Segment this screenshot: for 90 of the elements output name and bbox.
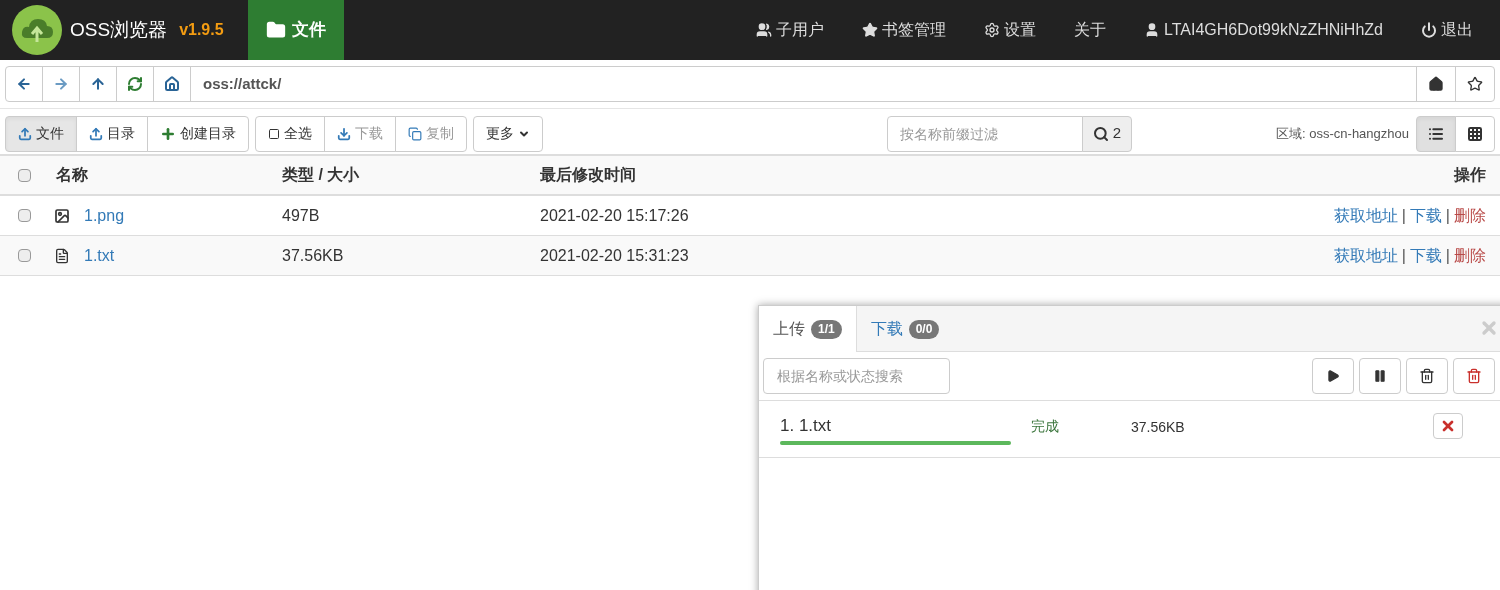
- nav-link[interactable]: 关于: [1054, 0, 1125, 60]
- home-button[interactable]: [1416, 66, 1456, 102]
- nav-link[interactable]: 子用户: [736, 0, 843, 60]
- action-link[interactable]: 删除: [1454, 243, 1486, 268]
- download-icon: [337, 126, 351, 141]
- refresh-button[interactable]: [116, 66, 154, 102]
- close-icon: [1440, 418, 1456, 434]
- separator: |: [1401, 245, 1406, 266]
- bookmark-button[interactable]: [1455, 66, 1495, 102]
- toolbar-button[interactable]: 文件: [5, 115, 77, 152]
- separator: |: [1401, 205, 1406, 226]
- toolbar-button[interactable]: 更多: [473, 115, 543, 152]
- start-button[interactable]: [1312, 358, 1354, 394]
- list-view-button[interactable]: [1416, 115, 1456, 152]
- file-link[interactable]: 1.txt: [84, 246, 115, 264]
- select-all-checkbox[interactable]: [18, 168, 31, 182]
- power-icon: [1421, 22, 1437, 38]
- plus-icon: [160, 125, 176, 142]
- forward-arrow-icon: [53, 76, 69, 92]
- path-field[interactable]: oss://attck/: [190, 66, 1417, 102]
- users-icon: [755, 22, 772, 38]
- pause-button[interactable]: [1359, 358, 1401, 394]
- settings-icon: [983, 22, 1000, 38]
- transfer-tab[interactable]: 上传 1/1: [759, 306, 857, 352]
- remove-button[interactable]: [1433, 413, 1463, 439]
- column-header: 操作: [1454, 165, 1486, 185]
- home-icon: [1428, 76, 1444, 92]
- filter-button[interactable]: 2: [1081, 115, 1133, 152]
- toolbar-button[interactable]: 全选: [255, 115, 325, 152]
- star-icon: [861, 22, 878, 38]
- action-link[interactable]: 下载: [1409, 203, 1442, 228]
- home-icon: [164, 76, 180, 92]
- nav-tab[interactable]: 文件: [247, 0, 344, 60]
- column-header: 名称: [56, 165, 89, 185]
- column-header: 类型 / 大小: [282, 165, 361, 185]
- table-cell-text: 497B: [282, 205, 321, 226]
- transfer-tab[interactable]: 下载 0/0: [856, 306, 954, 352]
- folder-icon: [265, 20, 286, 40]
- forward-button[interactable]: [42, 66, 80, 102]
- row-checkbox[interactable]: [18, 209, 31, 222]
- list-icon: [1428, 125, 1444, 142]
- up-button[interactable]: [79, 66, 117, 102]
- action-link[interactable]: 下载: [1409, 243, 1442, 268]
- nav-link[interactable]: LTAI4GH6Dot99kNzZHNiHhZd: [1124, 0, 1402, 60]
- column-header: 最后修改时间: [540, 165, 636, 185]
- count-badge: 0/0: [908, 319, 940, 339]
- image-file-icon: [54, 207, 70, 224]
- pause-icon: [1373, 369, 1387, 383]
- logo-icon: [12, 5, 62, 55]
- count-badge: 1/1: [811, 319, 842, 339]
- version-label: v1.9.5: [179, 20, 224, 40]
- trash-icon: [1419, 368, 1435, 384]
- table-cell-text: 2021-02-20 15:17:26: [540, 205, 689, 226]
- delete-button[interactable]: [1453, 358, 1495, 394]
- copy-icon: [408, 126, 422, 141]
- grid-icon: [1467, 125, 1483, 142]
- search-icon: [1092, 125, 1109, 142]
- delete-button[interactable]: [1406, 358, 1448, 394]
- file-name: 1. 1.txt: [780, 415, 833, 438]
- search-field[interactable]: 根据名称或状态搜索: [763, 358, 950, 394]
- separator: |: [1445, 205, 1450, 226]
- text-file-icon: [54, 247, 70, 264]
- toolbar-button[interactable]: 目录: [76, 115, 148, 152]
- action-link[interactable]: 获取地址: [1333, 243, 1398, 268]
- separator: |: [1445, 245, 1450, 266]
- nav-link[interactable]: 设置: [964, 0, 1055, 60]
- grid-view-button[interactable]: [1455, 115, 1495, 152]
- table-cell-text: 2021-02-20 15:31:23: [540, 245, 689, 266]
- region-label: 区域: oss-cn-hangzhou: [1276, 124, 1409, 143]
- upload-icon: [89, 126, 103, 141]
- size-label: 37.56KB: [1131, 417, 1186, 437]
- trash-icon: [1466, 368, 1482, 384]
- table-cell-text: 37.56KB: [282, 245, 345, 266]
- back-button[interactable]: [5, 66, 43, 102]
- nav-link[interactable]: 书签管理: [842, 0, 965, 60]
- nav-link[interactable]: 退出: [1402, 0, 1492, 60]
- upload-icon: [18, 126, 32, 141]
- status-label: 完成: [1031, 416, 1060, 436]
- row-checkbox[interactable]: [18, 249, 31, 262]
- checkbox-icon: [268, 127, 280, 140]
- play-icon: [1326, 369, 1340, 383]
- action-link[interactable]: 删除: [1454, 203, 1486, 228]
- toolbar-button[interactable]: 创建目录: [147, 115, 249, 152]
- filter-field[interactable]: 按名称前缀过滤: [886, 115, 1083, 152]
- refresh-icon: [127, 76, 143, 92]
- app-name: OSS浏览器: [70, 17, 168, 42]
- action-link[interactable]: 获取地址: [1333, 203, 1398, 228]
- home-button[interactable]: [153, 66, 191, 102]
- star-icon: [1467, 76, 1483, 92]
- file-link[interactable]: 1.png: [84, 206, 125, 224]
